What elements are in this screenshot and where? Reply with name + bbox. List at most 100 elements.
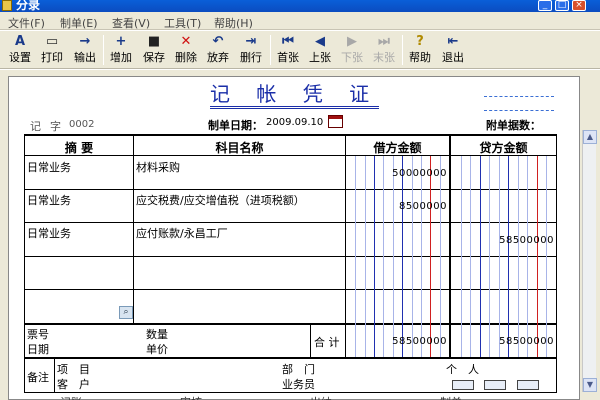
ticket-no-label: 票号 <box>27 328 49 341</box>
header-dash-line <box>484 96 554 97</box>
menu-view[interactable]: 查看(V) <box>112 15 150 31</box>
digit-separator-line <box>470 156 471 357</box>
digit-separator-line <box>508 156 509 357</box>
total-debit: 58500000 <box>392 336 447 347</box>
menu-tools[interactable]: 工具(T) <box>164 15 201 31</box>
row-3-account[interactable]: 应付账款/永昌工厂 <box>136 225 228 241</box>
next-icon: ▶ <box>347 34 357 49</box>
row-2-debit[interactable]: 8500000 <box>350 201 447 212</box>
toolbar-separator <box>402 35 403 65</box>
scroll-down-icon[interactable]: ▼ <box>583 378 597 392</box>
title-bar: 分录 _ □ × <box>0 0 600 12</box>
last-voucher-button[interactable]: ⏭ 末张 <box>370 33 398 67</box>
digit-separator-line <box>374 156 375 357</box>
close-button[interactable]: × <box>572 0 586 11</box>
save-button[interactable]: ■ 保存 <box>140 33 168 67</box>
voucher-title: 记 帐 凭 证 <box>210 82 380 109</box>
settings-icon: A <box>14 34 26 49</box>
previous-icon: ◀ <box>315 34 325 49</box>
voucher-number-label: 字 <box>50 120 61 133</box>
total-credit: 58500000 <box>499 336 554 347</box>
date-label: 制单日期： <box>208 119 263 132</box>
row-1-summary[interactable]: 日常业务 <box>27 159 71 175</box>
digit-separator-line <box>480 156 481 357</box>
project-label: 项 目 <box>57 363 90 376</box>
menu-help[interactable]: 帮助(H) <box>214 15 253 31</box>
digit-separator-line <box>461 156 462 357</box>
chart-icon[interactable] <box>517 380 539 390</box>
unit-price-label: 单价 <box>146 343 168 356</box>
discard-button[interactable]: ↶ 放弃 <box>204 33 232 67</box>
print-button[interactable]: ▭ 打印 <box>38 33 66 67</box>
voucher-number[interactable]: 0002 <box>69 119 94 130</box>
digit-separator-line <box>430 156 431 357</box>
card-icon[interactable] <box>452 380 474 390</box>
help-icon: ? <box>416 34 424 49</box>
digit-separator-line <box>421 156 422 357</box>
row-2-summary[interactable]: 日常业务 <box>27 192 71 208</box>
bookkeeper-label: 记账 <box>60 394 82 400</box>
search-icon[interactable]: ⌕ <box>119 306 133 319</box>
toolbar-separator <box>103 35 104 65</box>
digit-separator-line <box>412 156 413 357</box>
camera-icon[interactable] <box>484 380 506 390</box>
voucher-type-label: 记 <box>30 120 41 133</box>
summary-header: 摘 要 <box>64 141 94 155</box>
digit-separator-line <box>402 156 403 357</box>
row-2-account[interactable]: 应交税费/应交增值税（进项税额） <box>136 192 305 208</box>
delete-row-icon: ⇥ <box>245 34 257 49</box>
maximize-button[interactable]: □ <box>555 0 569 11</box>
digit-separator-line <box>499 156 500 357</box>
help-button[interactable]: ? 帮助 <box>406 33 434 67</box>
row-1-account[interactable]: 材料采购 <box>136 159 180 175</box>
ticket-date-label: 日期 <box>27 343 49 356</box>
attachments-label: 附单据数： <box>486 119 541 132</box>
digit-separator-line <box>355 156 356 357</box>
exit-icon: ⇤ <box>447 34 459 49</box>
vertical-scrollbar[interactable]: ▲ ▼ <box>582 130 597 392</box>
calendar-icon[interactable] <box>328 115 343 128</box>
digit-separator-line <box>383 156 384 357</box>
menu-bar: 文件(F) 制单(E) 查看(V) 工具(T) 帮助(H) <box>0 12 600 30</box>
account-header: 科目名称 <box>215 141 264 155</box>
cashier-label: 出纳 <box>310 394 332 400</box>
digit-separator-line <box>365 156 366 357</box>
credit-header: 贷方金额 <box>479 141 528 155</box>
row-1-debit[interactable]: 50000000 <box>350 168 447 179</box>
person-label: 个 人 <box>446 363 479 376</box>
department-label: 部 门 <box>282 363 315 376</box>
last-icon: ⏭ <box>378 34 390 49</box>
minimize-button[interactable]: _ <box>538 0 552 11</box>
row-3-credit[interactable]: 58500000 <box>452 235 554 246</box>
exit-button[interactable]: ⇤ 退出 <box>439 33 467 67</box>
row-3-summary[interactable]: 日常业务 <box>27 225 71 241</box>
preparer-label: 制单 <box>440 394 462 400</box>
total-label: 合 计 <box>314 336 340 349</box>
delete-row-button[interactable]: ⇥ 删行 <box>237 33 265 67</box>
scroll-up-icon[interactable]: ▲ <box>583 130 597 144</box>
menu-file[interactable]: 文件(F) <box>8 15 45 31</box>
export-icon: → <box>79 34 91 49</box>
first-voucher-button[interactable]: ⏮ 首张 <box>274 33 302 67</box>
add-button[interactable]: + 增加 <box>107 33 135 67</box>
next-voucher-button[interactable]: ▶ 下张 <box>338 33 366 67</box>
settings-button[interactable]: A 设置 <box>6 33 34 67</box>
digit-separator-line <box>537 156 538 357</box>
window-title: 分录 <box>16 0 41 12</box>
app-icon <box>2 0 12 11</box>
header-dash-line <box>484 110 554 111</box>
delete-button[interactable]: ✕ 删除 <box>172 33 200 67</box>
digit-separator-line <box>489 156 490 357</box>
export-button[interactable]: → 输出 <box>71 33 99 67</box>
first-icon: ⏮ <box>282 34 294 49</box>
voucher-date[interactable]: 2009.09.10 <box>266 117 323 128</box>
digit-separator-line <box>546 156 547 357</box>
previous-voucher-button[interactable]: ◀ 上张 <box>306 33 334 67</box>
notes-label: 备注 <box>27 371 49 384</box>
salesperson-label: 业务员 <box>282 378 315 391</box>
printer-icon: ▭ <box>45 34 59 49</box>
delete-icon: ✕ <box>180 34 192 49</box>
menu-voucher[interactable]: 制单(E) <box>60 15 98 31</box>
digit-separator-line <box>518 156 519 357</box>
customer-label: 客 户 <box>57 378 90 391</box>
